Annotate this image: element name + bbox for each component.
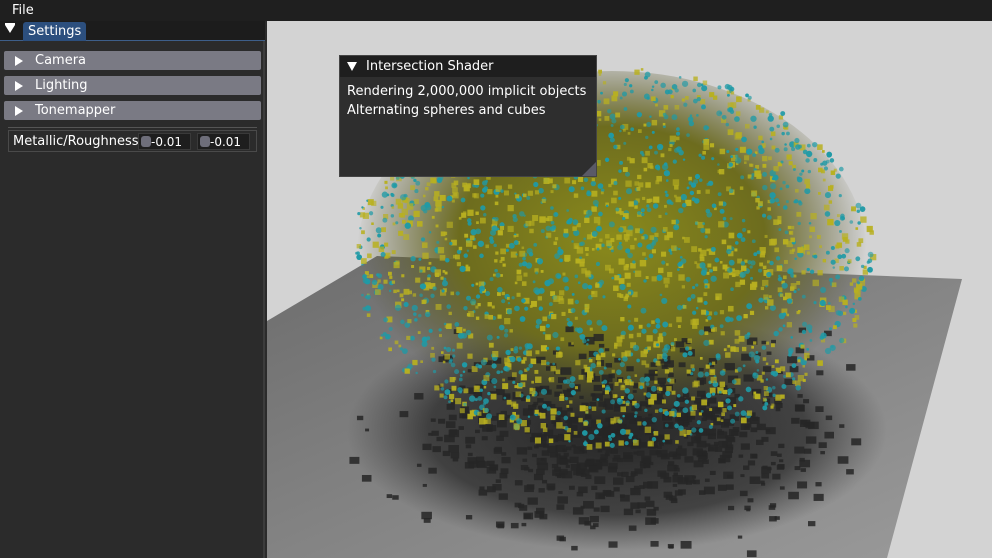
slider-grab[interactable]	[200, 136, 210, 147]
section-lighting-label: Lighting	[35, 78, 88, 93]
metallic-slider[interactable]: -0.01	[138, 133, 191, 150]
collapse-menu-icon[interactable]	[5, 23, 15, 33]
expand-arrow-icon	[15, 106, 23, 116]
roughness-value: -0.01	[210, 135, 242, 149]
expand-arrow-icon	[15, 81, 23, 91]
overlay-line-2: Alternating spheres and cubes	[347, 103, 546, 118]
tab-settings[interactable]: Settings	[23, 22, 87, 41]
section-tonemapper[interactable]: Tonemapper	[4, 101, 261, 120]
collapse-arrow-icon[interactable]	[347, 62, 357, 71]
separator	[8, 127, 257, 128]
menu-bar: File	[0, 0, 992, 21]
panel-title-bar: Settings	[0, 21, 265, 41]
slider-grab[interactable]	[141, 136, 151, 147]
section-tonemapper-label: Tonemapper	[35, 103, 116, 118]
section-camera-label: Camera	[35, 53, 87, 68]
roughness-slider[interactable]: -0.01	[197, 133, 250, 150]
overlay-title: Intersection Shader	[366, 59, 494, 74]
metallic-roughness-label: Metallic/Roughness Override	[13, 134, 139, 149]
menu-file[interactable]: File	[12, 3, 34, 18]
expand-arrow-icon	[15, 56, 23, 66]
metallic-roughness-row: Metallic/Roughness Override -0.01 -0.01	[8, 130, 257, 152]
settings-panel: Settings Camera Lighting Tonemapper Meta…	[0, 21, 265, 558]
section-lighting[interactable]: Lighting	[4, 76, 261, 95]
resize-grip-icon[interactable]	[582, 162, 596, 176]
section-camera[interactable]: Camera	[4, 51, 261, 70]
intersection-shader-window: Intersection Shader Rendering 2,000,000 …	[339, 55, 597, 177]
overlay-line-1: Rendering 2,000,000 implicit objects	[347, 84, 587, 99]
metallic-value: -0.01	[151, 135, 183, 149]
overlay-title-bar[interactable]: Intersection Shader	[340, 56, 596, 77]
